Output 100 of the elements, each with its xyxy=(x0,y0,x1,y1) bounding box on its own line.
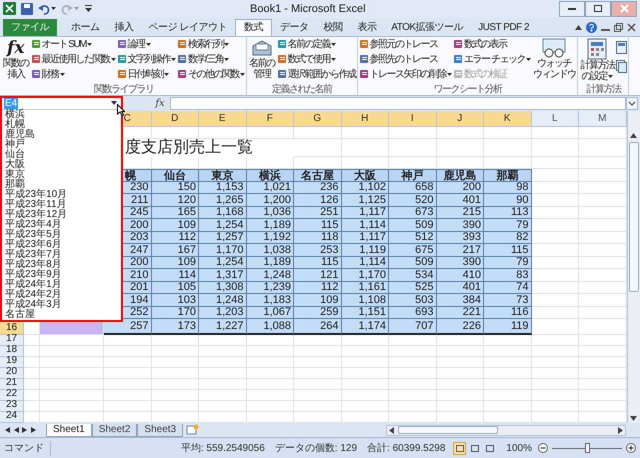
row-header[interactable]: 19 xyxy=(0,357,24,368)
ribbon-big-button[interactable]: 名前の 管理 xyxy=(248,36,276,80)
empty-cell xyxy=(246,368,294,380)
ribbon-button[interactable]: オート SUM xyxy=(30,36,116,52)
ribbon-big-button[interactable]: ウォッチ ウィンドウ xyxy=(532,36,576,80)
column-header[interactable]: G xyxy=(294,110,342,127)
function-button[interactable]: fx xyxy=(150,96,170,111)
restore-icon[interactable] xyxy=(614,22,623,32)
list-item[interactable]: 鹿児島 xyxy=(5,130,121,140)
ribbon-button[interactable]: 文字列操作 xyxy=(116,52,176,67)
empty-cell xyxy=(246,401,294,412)
scroll-thumb[interactable] xyxy=(398,426,498,434)
ribbon-button[interactable]: 数学/三角 xyxy=(177,52,245,67)
minimize-icon[interactable] xyxy=(559,0,585,17)
ribbon-tab[interactable]: ATOK拡張ツール xyxy=(384,18,470,36)
ribbon-tab[interactable]: 挿入 xyxy=(108,18,140,36)
ribbon-tab[interactable]: ファイル xyxy=(3,18,57,36)
sheet-tab[interactable]: Sheet1 xyxy=(46,424,92,437)
column-header[interactable]: M xyxy=(579,110,626,127)
formula-field[interactable] xyxy=(170,96,626,110)
undo-icon[interactable] xyxy=(38,2,50,15)
ribbon-button[interactable]: 検索/行列 xyxy=(177,36,245,52)
row-header[interactable]: 18 xyxy=(0,346,24,358)
vertical-scrollbar[interactable] xyxy=(626,110,640,424)
new-sheet-icon[interactable] xyxy=(186,424,200,435)
ribbon-tab[interactable]: 表示 xyxy=(350,18,384,36)
help-icon[interactable] xyxy=(586,22,597,33)
zoom-in-icon[interactable] xyxy=(626,443,636,454)
column-header[interactable]: E xyxy=(199,110,246,127)
row-header[interactable]: 17 xyxy=(0,335,24,346)
ribbon-big-button[interactable]: 計算方法 の設定 xyxy=(579,36,616,82)
table-cell: 257 xyxy=(104,319,152,336)
save-icon[interactable] xyxy=(21,2,33,15)
collapse-icon[interactable] xyxy=(575,24,582,30)
ribbon-button[interactable]: エラー チェック xyxy=(453,52,531,67)
ribbon-button[interactable]: その他の関数 xyxy=(177,66,245,82)
caret-icon[interactable] xyxy=(111,101,117,106)
column-header[interactable]: L xyxy=(532,110,579,127)
ribbon-button[interactable]: 論理 xyxy=(116,36,176,52)
ribbon-button[interactable]: 名前の定義 xyxy=(276,36,356,52)
ribbon-button[interactable]: トレース矢印の削除 xyxy=(358,66,452,82)
ribbon-tab[interactable]: 数式 xyxy=(234,18,272,36)
row-header[interactable]: 24 xyxy=(0,412,24,424)
column-header[interactable]: I xyxy=(389,110,436,127)
column-header[interactable]: J xyxy=(436,110,484,127)
maximize-icon[interactable] xyxy=(585,0,611,17)
table-cell: 200 xyxy=(436,182,484,194)
calculator-icon[interactable] xyxy=(616,40,628,54)
table-cell: 90 xyxy=(484,194,532,207)
sheet-tab[interactable]: Sheet2 xyxy=(92,424,138,437)
ribbon-button[interactable]: 日付/時刻 xyxy=(116,66,176,82)
table-cell: 1,151 xyxy=(342,306,389,320)
ribbon-big-button[interactable]: fx 関数の 挿入 xyxy=(2,36,30,80)
customize-icon[interactable] xyxy=(85,4,92,13)
row-header[interactable]: 23 xyxy=(0,401,24,412)
ribbon-button[interactable]: 選択範囲から作成 xyxy=(276,66,356,82)
empty-cell xyxy=(484,357,532,368)
column-header[interactable]: K xyxy=(484,110,532,127)
ribbon-tab[interactable]: ページ レイアウト xyxy=(142,18,234,36)
row-header[interactable]: 21 xyxy=(0,379,24,390)
scroll-thumb[interactable] xyxy=(628,142,639,292)
ribbon-button[interactable]: 数式の表示 xyxy=(453,36,531,52)
empty-cell xyxy=(532,335,579,346)
close-icon[interactable] xyxy=(627,22,636,32)
expand-icon[interactable] xyxy=(626,96,638,110)
scroll-left-icon[interactable] xyxy=(389,426,394,434)
zoom-out-icon[interactable] xyxy=(538,443,548,454)
ribbon-button[interactable]: 最近使用した関数 xyxy=(30,52,116,67)
sheets-icon[interactable] xyxy=(616,60,628,73)
empty-cell xyxy=(40,401,104,412)
ribbon-tab[interactable]: JUST PDF 2 xyxy=(471,18,536,36)
table-cell: 217 xyxy=(436,244,484,257)
table-cell: 1,248 xyxy=(199,294,246,307)
ribbon-button[interactable]: 財務 xyxy=(30,66,116,82)
ribbon-button[interactable]: 参照先のトレース xyxy=(358,52,452,67)
empty-cell xyxy=(246,126,294,139)
list-item[interactable]: 仙台 xyxy=(5,150,121,160)
sheet-tab[interactable]: Sheet3 xyxy=(137,424,184,437)
ribbon-tab[interactable]: データ xyxy=(272,18,316,36)
ribbon-tab[interactable]: ホーム xyxy=(64,18,106,36)
view-button[interactable] xyxy=(453,442,466,455)
table-header-cell: 横浜 xyxy=(246,168,294,182)
column-header[interactable]: H xyxy=(342,110,389,127)
ribbon-button[interactable]: 数式で使用 xyxy=(276,52,356,67)
table-cell: 390 xyxy=(436,219,484,232)
scroll-right-icon[interactable] xyxy=(618,426,623,434)
horizontal-scrollbar[interactable] xyxy=(386,424,626,436)
column-header[interactable]: F xyxy=(246,110,294,127)
table-cell: 98 xyxy=(484,182,532,194)
column-header[interactable]: D xyxy=(152,110,199,127)
list-item[interactable]: 神戸 xyxy=(5,140,121,150)
ribbon-button[interactable]: 参照元のトレース xyxy=(358,36,452,52)
row-header[interactable]: 22 xyxy=(0,390,24,402)
row-header[interactable]: 20 xyxy=(0,368,24,380)
zoom-slider[interactable] xyxy=(552,443,622,454)
list-item[interactable]: 大阪 xyxy=(5,160,121,170)
scroll-up-icon[interactable] xyxy=(630,132,638,138)
book-icon xyxy=(116,69,126,80)
slider-thumb[interactable] xyxy=(584,443,590,454)
ribbon-tab[interactable]: 校閲 xyxy=(316,18,350,36)
